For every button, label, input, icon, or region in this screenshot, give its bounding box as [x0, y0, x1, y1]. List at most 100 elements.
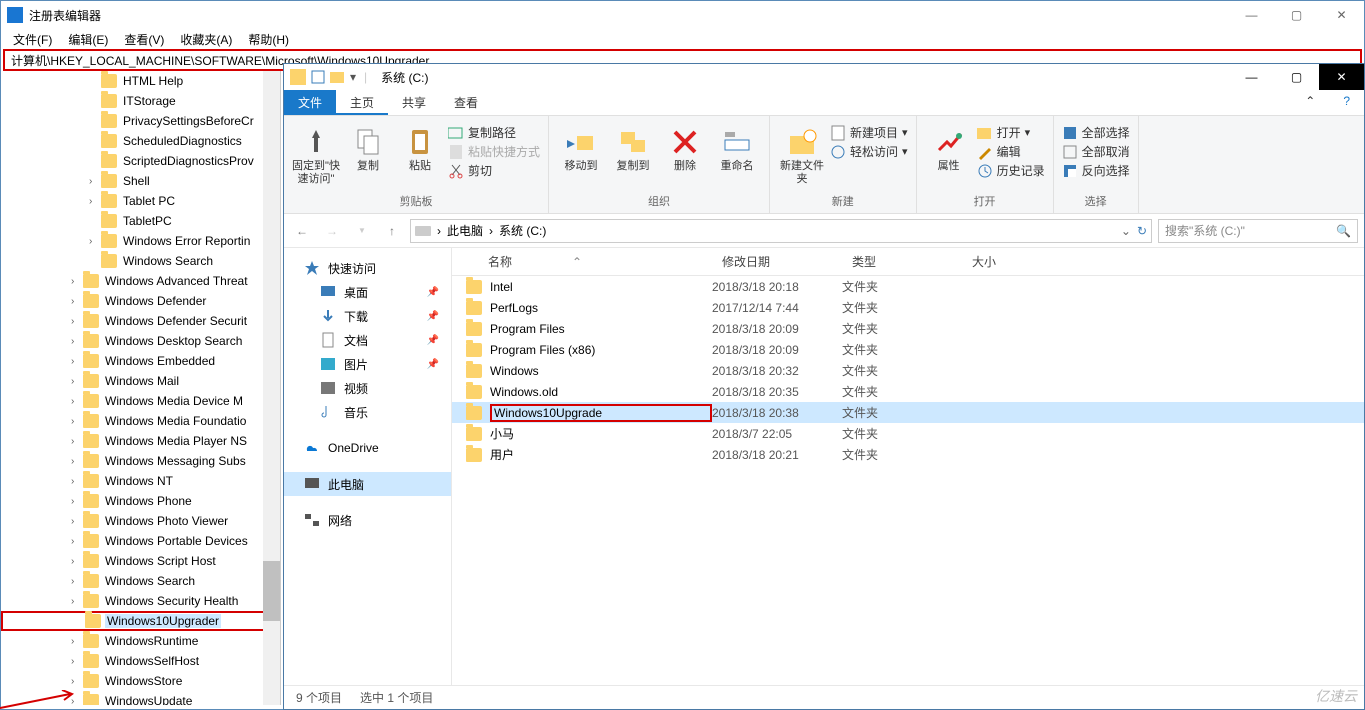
- refresh-icon[interactable]: ↻: [1137, 224, 1147, 238]
- new-item-button[interactable]: 新建项目 ▾: [830, 124, 908, 141]
- tree-item[interactable]: ›Windows Photo Viewer: [1, 511, 280, 531]
- sidebar-music[interactable]: 音乐: [284, 400, 451, 424]
- copy-to-button[interactable]: 复制到: [609, 120, 657, 173]
- expand-icon[interactable]: ›: [71, 476, 83, 487]
- address-bar[interactable]: › 此电脑 › 系统 (C:) ⌄ ↻: [410, 219, 1152, 243]
- tree-item[interactable]: ›WindowsRuntime: [1, 631, 280, 651]
- file-row[interactable]: 用户2018/3/18 20:21文件夹: [452, 444, 1364, 465]
- tab-home[interactable]: 主页: [336, 90, 388, 115]
- sidebar-videos[interactable]: 视频: [284, 376, 451, 400]
- expand-icon[interactable]: ›: [71, 676, 83, 687]
- minimize-button[interactable]: —: [1229, 1, 1274, 29]
- easy-access-button[interactable]: 轻松访问 ▾: [830, 143, 908, 160]
- select-none-button[interactable]: 全部取消: [1062, 143, 1130, 160]
- file-row[interactable]: Windows2018/3/18 20:32文件夹: [452, 360, 1364, 381]
- sidebar-desktop[interactable]: 桌面📌: [284, 280, 451, 304]
- tree-item[interactable]: ›Windows Security Health: [1, 591, 280, 611]
- expand-icon[interactable]: ›: [71, 576, 83, 587]
- scrollbar-thumb[interactable]: [263, 561, 280, 621]
- file-row[interactable]: Program Files (x86)2018/3/18 20:09文件夹: [452, 339, 1364, 360]
- expand-icon[interactable]: ›: [71, 296, 83, 307]
- paste-shortcut-button[interactable]: 粘贴快捷方式: [448, 143, 540, 160]
- tree-item[interactable]: ›Shell: [1, 171, 280, 191]
- sidebar-downloads[interactable]: 下载📌: [284, 304, 451, 328]
- close-button[interactable]: ✕: [1319, 1, 1364, 29]
- nav-recent-icon[interactable]: ▼: [350, 219, 374, 243]
- tree-item[interactable]: ›Windows Defender: [1, 291, 280, 311]
- history-button[interactable]: 历史记录: [977, 162, 1045, 179]
- maximize-button[interactable]: ▢: [1274, 1, 1319, 29]
- tree-item[interactable]: ›Windows Media Foundatio: [1, 411, 280, 431]
- tree-item[interactable]: ›Windows Script Host: [1, 551, 280, 571]
- expand-icon[interactable]: ›: [71, 396, 83, 407]
- expand-icon[interactable]: ›: [71, 496, 83, 507]
- qat-newfolder-icon[interactable]: [330, 69, 346, 85]
- col-size[interactable]: 大小: [962, 253, 1042, 270]
- tree-item[interactable]: ›Windows Error Reportin: [1, 231, 280, 251]
- menu-file[interactable]: 文件(F): [5, 29, 60, 49]
- open-button[interactable]: 打开 ▾: [977, 124, 1045, 141]
- expand-icon[interactable]: ›: [71, 336, 83, 347]
- menu-favorites[interactable]: 收藏夹(A): [172, 29, 240, 49]
- expand-icon[interactable]: ›: [71, 436, 83, 447]
- file-row[interactable]: PerfLogs2017/12/14 7:44文件夹: [452, 297, 1364, 318]
- sidebar-pictures[interactable]: 图片📌: [284, 352, 451, 376]
- tree-item[interactable]: ›Windows NT: [1, 471, 280, 491]
- tree-item[interactable]: ScheduledDiagnostics: [1, 131, 280, 151]
- tree-item[interactable]: TabletPC: [1, 211, 280, 231]
- search-box[interactable]: 搜索"系统 (C:)" 🔍: [1158, 219, 1358, 243]
- sidebar-this-pc[interactable]: 此电脑: [284, 472, 451, 496]
- tab-share[interactable]: 共享: [388, 90, 440, 115]
- col-type[interactable]: 类型: [842, 253, 962, 270]
- explorer-close-button[interactable]: ✕: [1319, 64, 1364, 90]
- expand-icon[interactable]: ›: [71, 596, 83, 607]
- tree-item[interactable]: ›Tablet PC: [1, 191, 280, 211]
- col-date[interactable]: 修改日期: [712, 253, 842, 270]
- tree-item[interactable]: HTML Help: [1, 71, 280, 91]
- expand-icon[interactable]: ›: [89, 196, 101, 207]
- tab-file[interactable]: 文件: [284, 90, 336, 115]
- file-row[interactable]: Windows.old2018/3/18 20:35文件夹: [452, 381, 1364, 402]
- explorer-minimize-button[interactable]: —: [1229, 64, 1274, 90]
- tree-item[interactable]: ›Windows Messaging Subs: [1, 451, 280, 471]
- expand-icon[interactable]: ›: [71, 376, 83, 387]
- sidebar-documents[interactable]: 文档📌: [284, 328, 451, 352]
- new-folder-button[interactable]: 新建文件夹: [778, 120, 826, 186]
- tree-item[interactable]: ›Windows Phone: [1, 491, 280, 511]
- menu-help[interactable]: 帮助(H): [240, 29, 297, 49]
- tree-item[interactable]: ›Windows Search: [1, 571, 280, 591]
- explorer-maximize-button[interactable]: ▢: [1274, 64, 1319, 90]
- col-name[interactable]: 名称⌃: [452, 253, 712, 270]
- tree-item[interactable]: ›Windows Media Device M: [1, 391, 280, 411]
- file-row[interactable]: Windows10Upgrade2018/3/18 20:38文件夹: [452, 402, 1364, 423]
- expand-icon[interactable]: ›: [71, 656, 83, 667]
- cut-button[interactable]: 剪切: [448, 162, 540, 179]
- expand-icon[interactable]: ›: [71, 536, 83, 547]
- expand-icon[interactable]: ›: [89, 236, 101, 247]
- invert-selection-button[interactable]: 反向选择: [1062, 162, 1130, 179]
- tree-item[interactable]: ›Windows Embedded: [1, 351, 280, 371]
- tree-item[interactable]: ›WindowsSelfHost: [1, 651, 280, 671]
- tree-item[interactable]: ITStorage: [1, 91, 280, 111]
- pin-quickaccess-button[interactable]: 固定到"快速访问": [292, 120, 340, 186]
- properties-button[interactable]: 属性: [925, 120, 973, 173]
- file-row[interactable]: Program Files2018/3/18 20:09文件夹: [452, 318, 1364, 339]
- expand-icon[interactable]: ›: [71, 356, 83, 367]
- expand-icon[interactable]: ›: [71, 556, 83, 567]
- tree-item[interactable]: ScriptedDiagnosticsProv: [1, 151, 280, 171]
- tree-item[interactable]: ›WindowsStore: [1, 671, 280, 691]
- qat-dropdown-icon[interactable]: ▾: [350, 70, 356, 84]
- sidebar-onedrive[interactable]: OneDrive: [284, 436, 451, 460]
- select-all-button[interactable]: 全部选择: [1062, 124, 1130, 141]
- edit-button[interactable]: 编辑: [977, 143, 1045, 160]
- tree-item[interactable]: ›Windows Defender Securit: [1, 311, 280, 331]
- tree-item[interactable]: Windows10Upgrader: [1, 611, 280, 631]
- expand-icon[interactable]: ›: [89, 176, 101, 187]
- copy-button[interactable]: 复制: [344, 120, 392, 173]
- move-to-button[interactable]: 移动到: [557, 120, 605, 173]
- tree-item[interactable]: ›Windows Advanced Threat: [1, 271, 280, 291]
- tree-item[interactable]: PrivacySettingsBeforeCr: [1, 111, 280, 131]
- file-row[interactable]: Intel2018/3/18 20:18文件夹: [452, 276, 1364, 297]
- expand-icon[interactable]: ›: [71, 456, 83, 467]
- help-icon[interactable]: ?: [1329, 90, 1364, 115]
